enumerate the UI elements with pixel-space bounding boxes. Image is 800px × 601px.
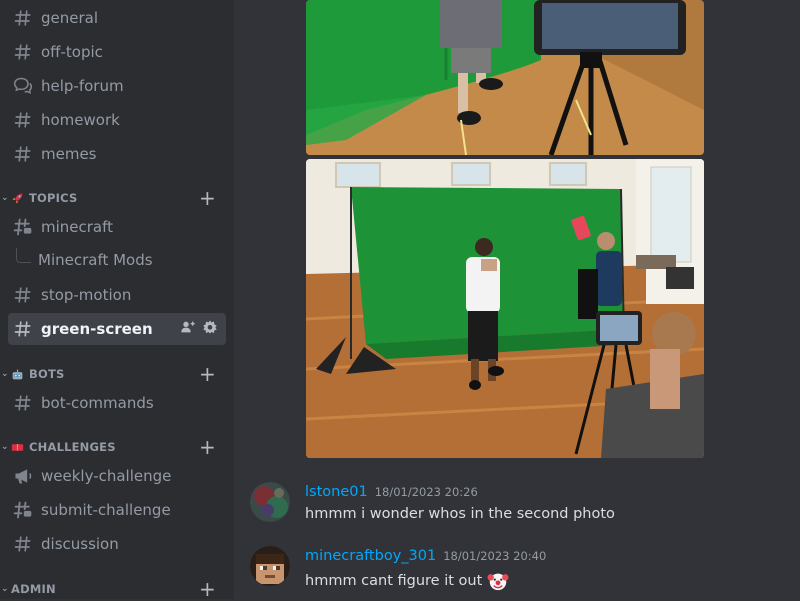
timestamp: 18/01/2023 20:40 [443,549,547,563]
channel-label: bot-commands [41,394,154,412]
category-admin[interactable]: ⌄ ADMIN + [0,577,234,601]
message-header: minecraftboy_301 18/01/2023 20:40 [305,548,546,564]
hash-icon [12,392,34,414]
chevron-down-icon: ⌄ [1,193,9,203]
channel-label: minecraft [41,218,114,236]
channel-minecraft[interactable]: minecraft [8,211,226,243]
message-content: hmmm i wonder whos in the second photo [305,506,615,522]
channel-label: submit-challenge [41,501,171,519]
hash-icon [12,41,34,63]
thread-label: Minecraft Mods [38,251,153,269]
category-label: TOPICS [29,191,78,205]
channel-sidebar: general off-topic help-forum homework me… [0,0,234,601]
channel-label: memes [41,145,97,163]
channel-label: homework [41,111,120,129]
robot-emoji [11,368,25,381]
channel-label: green-screen [41,320,153,338]
hash-icon [12,318,34,340]
chat-area: lstone01 18/01/2023 20:26 hmmm i wonder … [234,0,800,599]
timestamp: 18/01/2023 20:26 [374,485,478,499]
channel-label: off-topic [41,43,103,61]
message-item: minecraftboy_301 18/01/2023 20:40 hmmm c… [250,544,790,599]
channel-help-forum[interactable]: help-forum [8,70,226,102]
rocket-emoji [11,192,25,205]
message-text: hmmm i wonder whos in the second photo [305,506,615,522]
add-channel-icon[interactable]: + [199,186,216,210]
category-bots[interactable]: ⌄ BOTS + [0,362,234,386]
hash-icon [12,533,34,555]
ticket-emoji [11,441,25,454]
forum-icon [12,75,34,97]
attachment-photo-1[interactable] [306,0,704,155]
attachment-photo-2[interactable] [306,159,704,458]
channel-label: help-forum [41,77,124,95]
channel-label: general [41,9,99,27]
hash-icon [12,109,34,131]
message-header: lstone01 18/01/2023 20:26 [305,484,478,500]
channel-off-topic[interactable]: off-topic [8,36,226,68]
chevron-down-icon: ⌄ [1,584,9,594]
hash-icon [12,284,34,306]
category-label: ADMIN [11,582,56,596]
hash-thread-icon [12,499,34,521]
category-label: BOTS [29,367,65,381]
hash-icon [12,7,34,29]
channel-label: stop-motion [41,286,132,304]
gear-icon[interactable] [202,319,218,339]
chevron-down-icon: ⌄ [1,369,9,379]
thread-spine [16,247,31,263]
invite-member-icon[interactable] [180,319,196,339]
category-label: CHALLENGES [29,440,116,454]
channel-green-screen[interactable]: green-screen [8,313,226,345]
avatar[interactable] [250,546,290,586]
category-topics[interactable]: ⌄ TOPICS + [0,186,234,210]
message-content: hmmm cant figure it out [305,570,509,592]
thread-minecraft-mods[interactable]: Minecraft Mods [16,245,226,275]
username[interactable]: minecraftboy_301 [305,548,436,564]
username[interactable]: lstone01 [305,484,368,500]
channel-label: discussion [41,535,119,553]
hash-thread-icon [12,216,34,238]
message-item: lstone01 18/01/2023 20:26 hmmm i wonder … [250,480,790,528]
channel-general[interactable]: general [8,2,226,34]
add-channel-icon[interactable]: + [199,577,216,601]
add-channel-icon[interactable]: + [199,362,216,386]
hash-icon [12,143,34,165]
channel-label: weekly-challenge [41,467,172,485]
add-channel-icon[interactable]: + [199,435,216,459]
chevron-down-icon: ⌄ [1,442,9,452]
channel-actions [180,313,218,345]
channel-stop-motion[interactable]: stop-motion [8,279,226,311]
channel-memes[interactable]: memes [8,138,226,170]
message-text: hmmm cant figure it out [305,573,483,589]
channel-bot-commands[interactable]: bot-commands [8,387,226,419]
channel-submit-challenge[interactable]: submit-challenge [8,494,226,526]
channel-weekly-challenge[interactable]: weekly-challenge [8,460,226,492]
channel-homework[interactable]: homework [8,104,226,136]
category-challenges[interactable]: ⌄ CHALLENGES + [0,435,234,459]
megaphone-icon [12,465,34,487]
clown-emoji[interactable] [487,570,509,592]
channel-discussion[interactable]: discussion [8,528,226,560]
avatar[interactable] [250,482,290,522]
